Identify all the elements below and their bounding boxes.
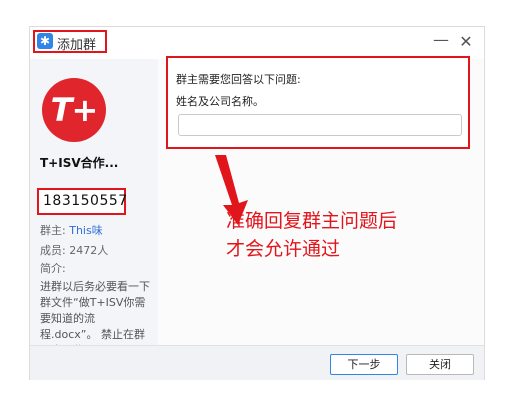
group-info-panel: T+ T+ISV合作... 183150557 群主: This味 成员: 24… (30, 59, 158, 357)
group-name: T+ISV合作... (40, 156, 119, 170)
members-value: 2472人 (69, 244, 109, 257)
group-avatar: T+ (42, 78, 106, 142)
question-panel: 群主需要您回答以下问题: 姓名及公司名称。 (166, 56, 470, 149)
avatar-logo-text: T+ (50, 91, 99, 129)
question-text: 姓名及公司名称。 (176, 95, 264, 108)
owner-label: 群主: (40, 224, 66, 237)
close-button[interactable]: 关闭 (406, 354, 474, 375)
intro-label: 简介: (40, 262, 66, 275)
dialog-footer: 下一步 关闭 (30, 345, 484, 380)
question-prompt: 群主需要您回答以下问题: (176, 73, 301, 86)
owner-row: 群主: This味 (40, 222, 103, 238)
close-icon[interactable]: ✕ (457, 32, 475, 52)
annotation-line-2: 才会允许通过 (226, 238, 341, 260)
title-bar: ✱ 添加群 — ✕ (30, 27, 484, 59)
group-id: 183150557 (43, 193, 128, 209)
next-button[interactable]: 下一步 (330, 354, 398, 375)
owner-link[interactable]: This味 (69, 224, 102, 237)
group-id-highlight-box: 183150557 (37, 188, 128, 215)
title-highlight-box (33, 30, 107, 53)
annotation-line-1: 准确回复群主问题后 (226, 210, 398, 232)
members-label: 成员: (40, 244, 66, 257)
members-row: 成员: 2472人 (40, 242, 108, 258)
answer-input[interactable] (178, 114, 462, 136)
add-group-dialog: ✱ 添加群 — ✕ T+ T+ISV合作... 183150557 群主: Th… (29, 26, 485, 380)
annotation-note: 准确回复群主问题后 才会允许通过 (226, 207, 466, 263)
minimize-icon[interactable]: — (432, 30, 450, 50)
